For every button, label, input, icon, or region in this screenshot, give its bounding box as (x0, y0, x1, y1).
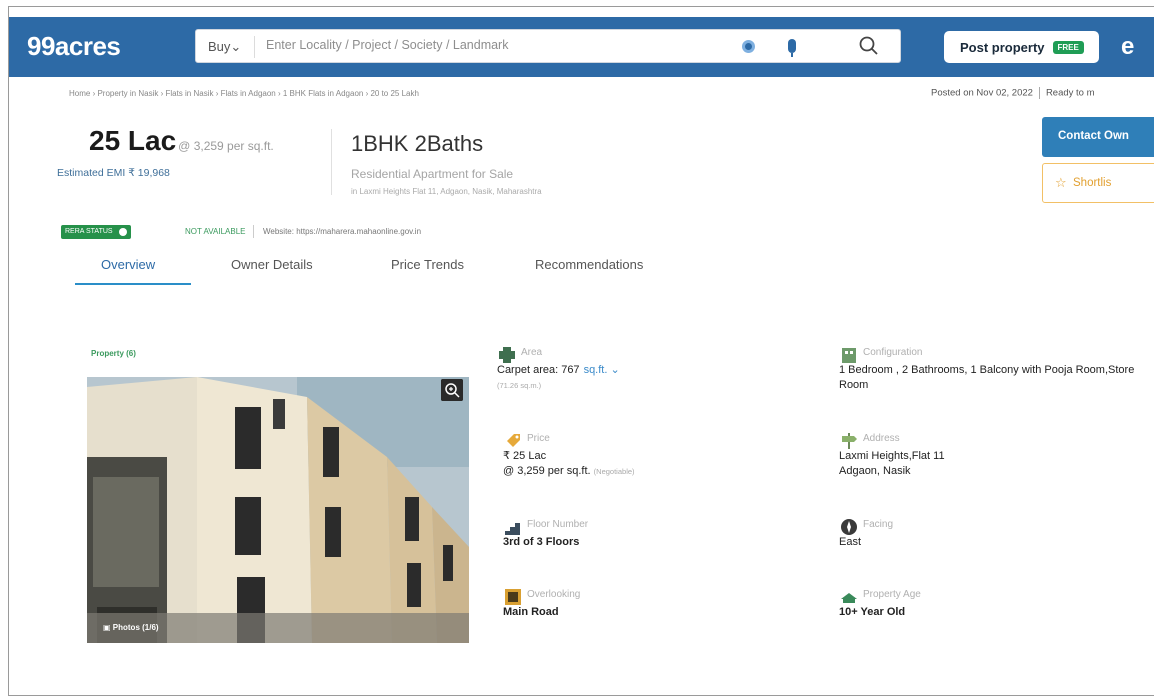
posted-info: Posted on Nov 02, 2022 Ready to m (931, 87, 1095, 99)
shortlist-label: Shortlis (1073, 177, 1112, 189)
user-icon[interactable]: e (1121, 33, 1134, 61)
config-title: 1BHK 2Baths (351, 131, 484, 156)
shortlist-button[interactable]: ☆ Shortlis (1042, 163, 1154, 203)
buy-caret: ⌄ (230, 39, 242, 54)
top-header: 99acres Buy⌄ Post property FREE e (9, 17, 1154, 77)
carpet-area: Carpet area: 767 (497, 364, 580, 376)
buy-dropdown[interactable]: Buy⌄ (208, 39, 241, 55)
mic-icon[interactable] (788, 39, 796, 57)
price-detail-per-sqft: @ 3,259 per sq.ft. (503, 465, 591, 478)
star-icon: ☆ (1055, 175, 1067, 190)
address-line1: Laxmi Heights,Flat 11 (839, 450, 945, 462)
posted-date: Posted on Nov 02, 2022 (931, 87, 1033, 99)
rera-status: NOT AVAILABLE (185, 227, 246, 236)
zoom-icon[interactable] (441, 379, 463, 401)
property-photo[interactable] (87, 377, 469, 643)
tab-price-trends[interactable]: Price Trends (391, 257, 464, 272)
active-tab-indicator (75, 283, 191, 285)
price-detail: ₹ 25 Lac @ 3,259 per sq.ft. (Negotiable) (503, 449, 635, 480)
property-age-value: 10+ Year Old (839, 606, 906, 618)
image-icon: ▣ (103, 623, 113, 632)
photos-count-label: Photos (1/6) (112, 623, 159, 632)
overlooking-value: Main Road (503, 606, 559, 618)
possession-status: Ready to m (1045, 87, 1095, 99)
window-icon (505, 589, 521, 605)
rera-divider (253, 225, 254, 238)
search-input[interactable] (266, 38, 726, 52)
rera-badge-label: RERA STATUS (65, 228, 113, 235)
facing-label: Facing (863, 519, 894, 530)
tab-overview[interactable]: Overview (101, 257, 155, 272)
post-property-label: Post property (960, 39, 1045, 55)
property-address: in Laxmi Heights Flat 11, Adgaon, Nasik,… (351, 187, 542, 196)
configuration-label: Configuration (863, 347, 923, 358)
configuration-value: 1 Bedroom , 2 Bathrooms, 1 Balcony with … (839, 364, 1135, 392)
property-type: Residential Apartment for Sale (351, 167, 514, 181)
facing-value: East (839, 536, 862, 548)
site-logo[interactable]: 99acres (27, 31, 121, 62)
compass-icon (841, 519, 857, 535)
stairs-icon (505, 523, 520, 535)
price-per-sqft: @ 3,259 per sq.ft. (178, 139, 274, 153)
search-divider (254, 36, 255, 58)
floor-label: Floor Number (527, 519, 589, 530)
overlooking-label: Overlooking (527, 589, 581, 600)
price-tag-icon (507, 434, 520, 447)
price-value: 25 Lac (89, 125, 177, 156)
buy-label: Buy (208, 39, 231, 54)
price-detail-value: ₹ 25 Lac (503, 450, 547, 462)
address-value: Laxmi Heights,Flat 11 Adgaon, Nasik (839, 449, 945, 480)
breadcrumb[interactable]: Home › Property in Nasik › Flats in Nasi… (69, 89, 419, 98)
configuration-icon (842, 348, 856, 363)
price-label: Price (527, 433, 550, 444)
price: 25 Lac @ 3,259 per sq.ft. (89, 125, 274, 157)
locate-icon[interactable] (742, 40, 755, 53)
contact-owner-button[interactable]: Contact Own (1042, 117, 1154, 157)
area-sqm: (71.26 sq.m.) (497, 381, 542, 391)
area-label: Area (521, 347, 543, 358)
building-illustration (87, 377, 469, 643)
info-icon[interactable] (118, 228, 127, 236)
search-bar: Buy⌄ (195, 29, 901, 63)
building-age-icon (841, 593, 857, 603)
post-property-button[interactable]: Post property FREE (944, 31, 1099, 63)
page-frame: 99acres Buy⌄ Post property FREE e Home ›… (8, 6, 1154, 696)
tab-recommendations[interactable]: Recommendations (535, 257, 643, 272)
header-divider (331, 129, 332, 195)
address-line2: Adgaon, Nasik (839, 465, 911, 478)
address-label: Address (863, 433, 900, 444)
search-icon[interactable] (858, 35, 880, 57)
tab-owner-details[interactable]: Owner Details (231, 257, 313, 272)
photos-count-button[interactable]: ▣ Photos (1/6) (103, 623, 159, 632)
gallery-section-label: Property (6) (91, 349, 136, 358)
rera-website[interactable]: Website: https://maharera.mahaonline.gov… (263, 227, 421, 236)
area-icon (499, 347, 515, 363)
rera-status-badge: RERA STATUS (61, 225, 131, 239)
emi-link[interactable]: Estimated EMI ₹ 19,968 (57, 167, 170, 179)
property-age-label: Property Age (863, 589, 921, 600)
unit-dropdown[interactable]: sq.ft. ⌄ (584, 364, 620, 376)
area-value: Carpet area: 767 sq.ft. ⌄ (71.26 sq.m.) (497, 363, 620, 394)
free-badge: FREE (1052, 40, 1084, 54)
floor-value: 3rd of 3 Floors (503, 536, 580, 548)
signpost-icon (842, 433, 857, 449)
negotiable-tag: (Negotiable) (593, 467, 635, 477)
